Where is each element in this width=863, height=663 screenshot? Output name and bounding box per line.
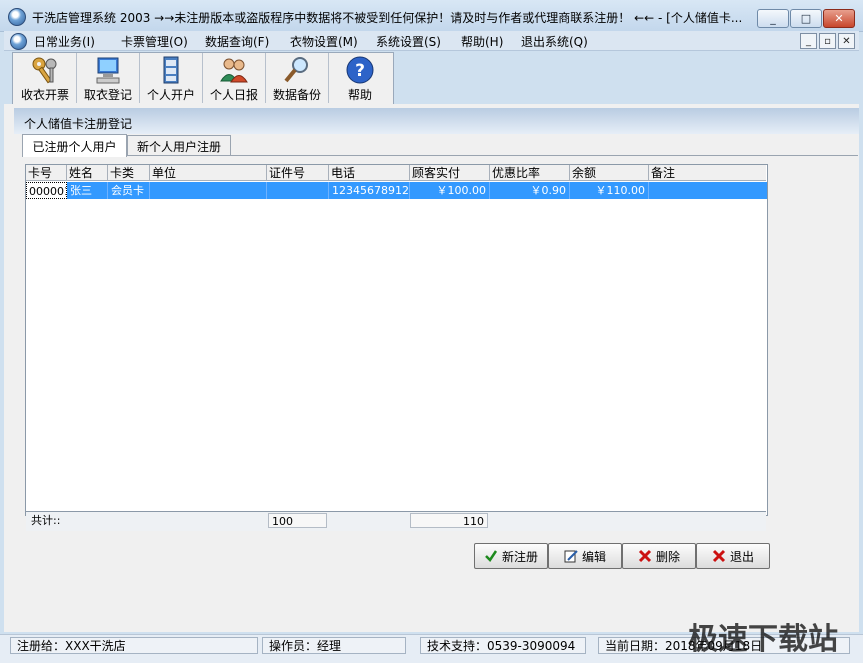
menu-daily[interactable]: 日常业务(I) bbox=[34, 33, 95, 50]
keys-icon bbox=[32, 57, 57, 84]
cell-remark[interactable] bbox=[649, 182, 767, 199]
menu-cards[interactable]: 卡票管理(O) bbox=[121, 33, 188, 50]
help-icon: ? bbox=[346, 56, 374, 84]
button-label: 删除 bbox=[655, 549, 680, 564]
toolbar-help-button[interactable]: ? 帮助 bbox=[329, 53, 391, 103]
toolbar-label: 个人日报 bbox=[209, 88, 258, 102]
check-icon bbox=[485, 550, 498, 562]
app-icon bbox=[8, 8, 26, 26]
delete-button[interactable]: 删除 bbox=[622, 543, 696, 569]
cell-discount[interactable]: ￥0.90 bbox=[490, 182, 570, 199]
cabinet-icon bbox=[163, 56, 179, 84]
toolbar-receive-button[interactable]: 收衣开票 bbox=[14, 53, 77, 103]
column-header-phone[interactable]: 电话 bbox=[329, 165, 410, 181]
footer-total-label: 共计:: bbox=[31, 514, 61, 527]
mdi-close-button[interactable]: ✕ bbox=[838, 33, 855, 49]
edit-button[interactable]: 编辑 bbox=[548, 543, 622, 569]
menu-system[interactable]: 系统设置(S) bbox=[376, 33, 441, 50]
toolbar-label: 帮助 bbox=[347, 88, 372, 102]
mdi-restore-button[interactable]: ▫ bbox=[819, 33, 836, 49]
edit-icon bbox=[564, 550, 578, 563]
column-header-id-no[interactable]: 证件号 bbox=[267, 165, 329, 181]
footer-balance-total: 110 bbox=[410, 513, 488, 528]
menu-clothes[interactable]: 衣物设置(M) bbox=[290, 33, 358, 50]
maximize-button[interactable]: □ bbox=[790, 9, 822, 28]
magnifier-icon bbox=[284, 57, 308, 83]
button-label: 退出 bbox=[729, 549, 754, 564]
watermark: 极速下载站 bbox=[688, 622, 838, 657]
cell-balance[interactable]: ￥110.00 bbox=[570, 182, 649, 199]
cell-phone[interactable]: 12345678912 bbox=[329, 182, 410, 199]
computer-icon bbox=[96, 57, 120, 84]
toolbar-open-account-button[interactable]: 个人开户 bbox=[140, 53, 203, 103]
table-footer bbox=[26, 511, 766, 531]
x-icon bbox=[638, 549, 652, 563]
toolbar-daily-report-button[interactable]: 个人日报 bbox=[203, 53, 266, 103]
tab-new-user-registration[interactable]: 新个人用户注册 bbox=[127, 135, 231, 156]
mdi-minimize-button[interactable]: _ bbox=[800, 33, 817, 49]
status-support: 技术支持：0539-3090094 bbox=[420, 637, 586, 654]
menu-query[interactable]: 数据查询(F) bbox=[205, 33, 269, 50]
new-register-button[interactable]: 新注册 bbox=[474, 543, 548, 569]
cell-card-type[interactable]: 会员卡 bbox=[108, 182, 150, 199]
child-window-title-bar bbox=[14, 108, 859, 134]
menu-help[interactable]: 帮助(H) bbox=[461, 33, 503, 50]
column-header-card-no[interactable]: 卡号 bbox=[26, 165, 67, 181]
button-label: 编辑 bbox=[581, 549, 606, 564]
tab-divider bbox=[22, 155, 858, 156]
close-button[interactable]: ✕ bbox=[823, 9, 855, 28]
window-title: 干洗店管理系统 2003 →→未注册版本或盗版程序中数据将不被受到任何保护！请及… bbox=[32, 11, 743, 25]
table-row[interactable]: 000001 张三 会员卡 12345678912 ￥100.00 ￥0.90 … bbox=[26, 182, 767, 199]
cell-paid[interactable]: ￥100.00 bbox=[410, 182, 490, 199]
button-label: 新注册 bbox=[501, 549, 538, 564]
cell-company[interactable] bbox=[150, 182, 267, 199]
users-table[interactable] bbox=[25, 164, 768, 516]
footer-paid-total: 100 bbox=[268, 513, 327, 528]
menu-app-icon[interactable] bbox=[10, 33, 27, 50]
toolbar-label: 数据备份 bbox=[272, 88, 321, 102]
toolbar-pickup-button[interactable]: 取衣登记 bbox=[77, 53, 140, 103]
column-header-paid[interactable]: 顾客实付 bbox=[410, 165, 490, 181]
minimize-button[interactable]: _ bbox=[757, 9, 789, 28]
exit-button[interactable]: 退出 bbox=[696, 543, 770, 569]
cell-name[interactable]: 张三 bbox=[67, 182, 108, 199]
child-window-title: 个人储值卡注册登记 bbox=[24, 117, 133, 131]
column-header-remark[interactable]: 备注 bbox=[649, 165, 766, 181]
users-icon bbox=[220, 58, 248, 83]
toolbar-label: 个人开户 bbox=[146, 88, 195, 102]
toolbar-label: 取衣登记 bbox=[83, 88, 132, 102]
column-header-balance[interactable]: 余额 bbox=[570, 165, 649, 181]
column-header-discount[interactable]: 优惠比率 bbox=[490, 165, 570, 181]
tab-registered-users[interactable]: 已注册个人用户 bbox=[22, 134, 127, 157]
column-header-card-type[interactable]: 卡类 bbox=[108, 165, 150, 181]
column-header-company[interactable]: 单位 bbox=[150, 165, 267, 181]
column-header-name[interactable]: 姓名 bbox=[67, 165, 108, 181]
status-operator: 操作员：经理 bbox=[262, 637, 406, 654]
cell-card-no[interactable]: 000001 bbox=[26, 182, 67, 199]
x-icon bbox=[712, 549, 726, 563]
svg-text:?: ? bbox=[355, 61, 365, 81]
toolbar-label: 收衣开票 bbox=[20, 88, 69, 102]
table-header: 卡号 姓名 卡类 单位 证件号 电话 顾客实付 优惠比率 余额 备注 bbox=[26, 165, 766, 181]
cell-id-no[interactable] bbox=[267, 182, 329, 199]
toolbar-backup-button[interactable]: 数据备份 bbox=[266, 53, 329, 103]
menu-exit[interactable]: 退出系统(Q) bbox=[521, 33, 588, 50]
status-registered: 注册给：XXX干洗店 bbox=[10, 637, 258, 654]
